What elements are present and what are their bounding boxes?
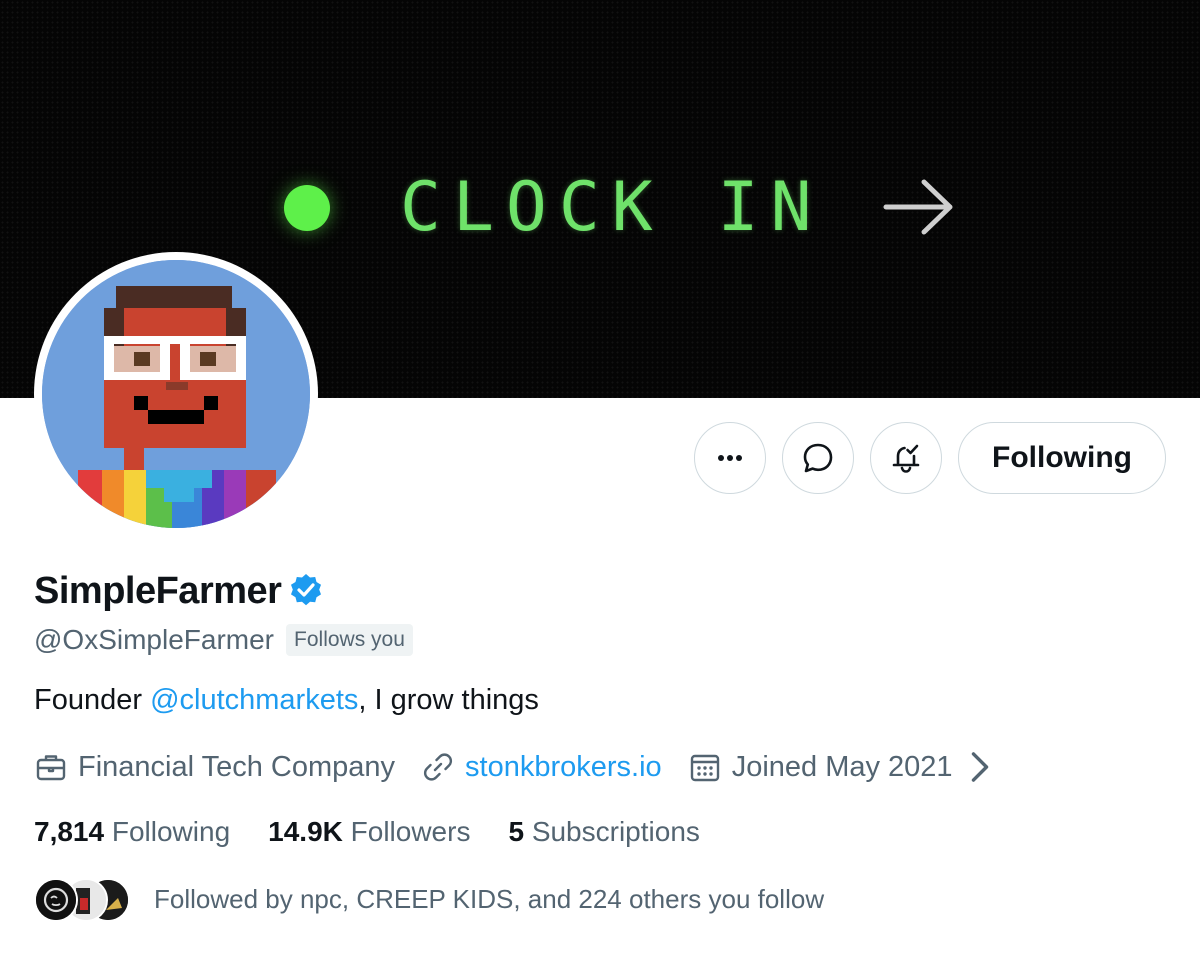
following-count: 7,814 [34, 816, 105, 847]
pixel-avatar-image [42, 260, 310, 528]
mutual-avatar-image [36, 880, 76, 920]
joined-item[interactable]: Joined May 2021 [688, 750, 1007, 784]
followed-by-text: Followed by npc, CREEP KIDS, and 224 oth… [154, 883, 825, 914]
arrow-right-icon [883, 179, 953, 235]
status-dot [284, 185, 330, 231]
briefcase-icon [36, 755, 66, 781]
display-name: SimpleFarmer [34, 569, 282, 612]
follow-stats: 7,814 Following 14.9K Followers 5 Subscr… [34, 812, 738, 852]
profile-avatar-frame [34, 252, 318, 536]
following-button[interactable]: Following [958, 422, 1166, 494]
followers-you-know[interactable]: Followed by npc, CREEP KIDS, and 224 oth… [34, 876, 824, 922]
following-stat-label: Following [111, 816, 231, 847]
verified-badge-icon[interactable] [287, 572, 325, 610]
followers-count: 14.9K [268, 816, 343, 847]
category-label: Financial Tech Company [78, 750, 396, 783]
subscriptions-count: 5 [508, 816, 525, 847]
profile-meta: Financial Tech Company stonkbrokers.io J… [34, 746, 1033, 788]
category-item: Financial Tech Company [34, 750, 395, 784]
follows-you-badge: Follows you [286, 624, 413, 656]
mutual-avatars [34, 876, 134, 922]
more-dots-icon [718, 455, 742, 461]
bio-suffix: , I grow things [358, 684, 539, 716]
website-item[interactable]: stonkbrokers.io [421, 750, 662, 784]
following-stat[interactable]: 7,814 Following [34, 816, 230, 848]
avatar[interactable] [42, 260, 310, 528]
subscriptions-stat-label: Subscriptions [531, 816, 700, 847]
website-link[interactable]: stonkbrokers.io [465, 751, 662, 784]
notifications-button[interactable] [870, 422, 942, 494]
bio: Founder @clutchmarkets, I grow things [34, 684, 539, 717]
bell-check-icon [892, 444, 920, 473]
handle: @OxSimpleFarmer [34, 624, 275, 655]
name-row: SimpleFarmer [34, 566, 325, 616]
message-button[interactable] [782, 422, 854, 494]
calendar-icon [690, 754, 719, 782]
followers-stat[interactable]: 14.9K Followers [268, 816, 470, 848]
bio-prefix: Founder [34, 684, 151, 716]
banner-text: CLOCK IN [400, 168, 824, 247]
joined-label: Joined May 2021 [731, 750, 953, 783]
avatar [34, 878, 78, 922]
followers-stat-label: Followers [350, 816, 471, 847]
message-bubble-icon [803, 443, 833, 473]
bio-mention-link[interactable]: @clutchmarkets [150, 684, 358, 716]
chevron-right-icon [971, 752, 988, 782]
handle-row: @OxSimpleFarmer Follows you [34, 620, 413, 660]
more-options-button[interactable] [694, 422, 766, 494]
subscriptions-stat[interactable]: 5 Subscriptions [508, 816, 699, 848]
link-icon [423, 753, 453, 781]
